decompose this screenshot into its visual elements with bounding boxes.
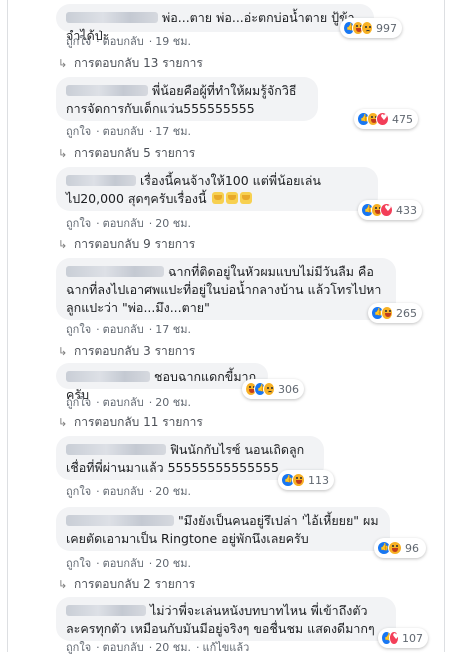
timestamp[interactable]: 17 ชม. [155,125,191,138]
reply-link[interactable]: ตอบกลับ [103,396,144,409]
like-link[interactable]: ถูกใจ [66,125,91,138]
comment-actions: ถูกใจ · ตอบกลับ · 20 ชม. [66,217,191,230]
reply-link[interactable]: ตอบกลับ [103,35,144,48]
reply-arrow-icon: ↳ [58,345,68,358]
edited-label[interactable]: แก้ไขแล้ว [202,641,249,654]
comment-actions: ถูกใจ · ตอบกลับ · 20 ชม. [66,396,191,409]
timestamp[interactable]: 20 ชม. [155,485,191,498]
clapping-emoji-icon [211,192,224,204]
commenter-name[interactable] [66,12,158,23]
comment-actions: ถูกใจ · ตอบกลับ · 20 ชม. [66,557,191,570]
comment-thread: พ่อ...ตาย พ่อ...อ่ะตกบ่อน้ำตาย ปู้ข้าจำไ… [7,0,445,654]
reaction-summary[interactable]: 265 [368,303,422,323]
reaction-summary[interactable]: 306 [242,379,304,399]
reaction-summary[interactable]: 997 [340,18,402,38]
reply-link[interactable]: ตอบกลับ [103,323,144,336]
like-link[interactable]: ถูกใจ [66,557,91,570]
replies-count-label: การตอบกลับ 9 รายการ [74,237,196,251]
like-link[interactable]: ถูกใจ [66,396,91,409]
comment-bubble: ฉากที่ติดอยู่ในหัวผมแบบไม่มีวันลืม คือฉา… [56,258,396,320]
haha-reaction-icon [380,306,393,320]
comment-bubble: ชอบฉากแดกขี้มากครับ [56,363,268,402]
haha-reaction-icon [388,541,402,555]
reaction-count: 113 [308,473,329,487]
view-replies-link[interactable]: ↳ การตอบกลับ 13 รายการ [58,54,203,73]
view-replies-link[interactable]: ↳ การตอบกลับ 3 รายการ [58,342,195,361]
reply-link[interactable]: ตอบกลับ [103,485,144,498]
reaction-count: 265 [396,306,417,320]
haha-reaction-icon [291,473,305,487]
reaction-count: 107 [402,631,423,645]
reply-link[interactable]: ตอบกลับ [103,217,144,230]
reaction-summary[interactable]: 433 [358,200,422,220]
love-reaction-icon [388,631,399,645]
comment-actions: ถูกใจ · ตอบกลับ · 19 ชม. [66,35,191,48]
reaction-summary[interactable]: 113 [278,470,334,490]
view-replies-link[interactable]: ↳ การตอบกลับ 5 รายการ [58,144,195,163]
reaction-summary[interactable]: 96 [374,538,426,558]
reply-arrow-icon: ↳ [58,578,68,591]
commenter-name[interactable] [66,605,146,616]
reaction-count: 475 [392,112,414,126]
clapping-emoji-icon [239,192,252,204]
reply-arrow-icon: ↳ [58,238,68,251]
comment-bubble: พ่อ...ตาย พ่อ...อ่ะตกบ่อน้ำตาย ปู้ข้าจำไ… [56,4,374,43]
comment-actions: ถูกใจ · ตอบกลับ · 17 ชม. [66,125,191,138]
view-replies-link[interactable]: ↳ การตอบกลับ 2 รายการ [58,575,195,594]
comment-actions: ถูกใจ · ตอบกลับ · 20 ชม. · แก้ไขแล้ว [66,641,250,654]
comment-bubble: เรื่องนี้คนจ้างให้100 แต่พี่น้อยเล่นไป20… [56,167,378,211]
reaction-count: 96 [405,541,419,555]
commenter-name[interactable] [66,266,164,277]
commenter-name[interactable] [66,444,166,455]
reaction-count: 306 [278,382,299,396]
comment-bubble: พี่น้อยคือผู้ที่ทำให้ผมรู้จักวิธีการจัดก… [56,77,318,121]
replies-count-label: การตอบกลับ 3 รายการ [74,344,196,358]
comment-bubble: "มึงยังเป็นคนอยู่รึเปล่า 'ไอ้เหี้ยยย" ผม… [56,507,390,551]
commenter-name[interactable] [66,371,150,382]
replies-count-label: การตอบกลับ 13 รายการ [74,56,203,70]
replies-count-label: การตอบกลับ 2 รายการ [74,577,196,591]
reply-arrow-icon: ↳ [58,147,68,160]
timestamp[interactable]: 19 ชม. [155,35,191,48]
love-reaction-icon [380,203,394,217]
clapping-emoji-icon [225,192,238,204]
like-link[interactable]: ถูกใจ [66,641,91,654]
comment-actions: ถูกใจ · ตอบกลับ · 20 ชม. [66,485,191,498]
timestamp[interactable]: 20 ชม. [155,641,191,654]
reaction-summary[interactable]: 475 [354,109,418,129]
timestamp[interactable]: 20 ชม. [155,217,191,230]
view-replies-link[interactable]: ↳ การตอบกลับ 11 รายการ [58,413,203,432]
view-replies-link[interactable]: ↳ การตอบกลับ 9 รายการ [58,235,195,254]
like-link[interactable]: ถูกใจ [66,217,91,230]
commenter-name[interactable] [66,175,136,186]
reaction-count: 997 [376,21,397,35]
timestamp[interactable]: 20 ชม. [155,396,191,409]
replies-count-label: การตอบกลับ 5 รายการ [74,146,196,160]
reply-arrow-icon: ↳ [58,416,68,429]
commenter-name[interactable] [66,85,148,96]
reaction-count: 433 [396,203,418,217]
comment-bubble: ไม่ว่าพี่จะเล่นหนังบทบาทไหน พี่เข้าถึงตั… [56,597,396,641]
reply-link[interactable]: ตอบกลับ [103,557,144,570]
timestamp[interactable]: 20 ชม. [155,557,191,570]
comment-actions: ถูกใจ · ตอบกลับ · 17 ชม. [66,323,191,336]
like-link[interactable]: ถูกใจ [66,485,91,498]
love-reaction-icon [376,112,390,126]
like-link[interactable]: ถูกใจ [66,35,91,48]
reply-link[interactable]: ตอบกลับ [103,641,144,654]
timestamp[interactable]: 17 ชม. [155,323,191,336]
like-link[interactable]: ถูกใจ [66,323,91,336]
reply-arrow-icon: ↳ [58,57,68,70]
sad-reaction-icon [361,21,373,35]
reaction-summary[interactable]: 107 [378,628,428,648]
sad-reaction-icon [263,382,275,396]
reply-link[interactable]: ตอบกลับ [103,125,144,138]
commenter-name[interactable] [66,515,174,526]
replies-count-label: การตอบกลับ 11 รายการ [74,415,203,429]
